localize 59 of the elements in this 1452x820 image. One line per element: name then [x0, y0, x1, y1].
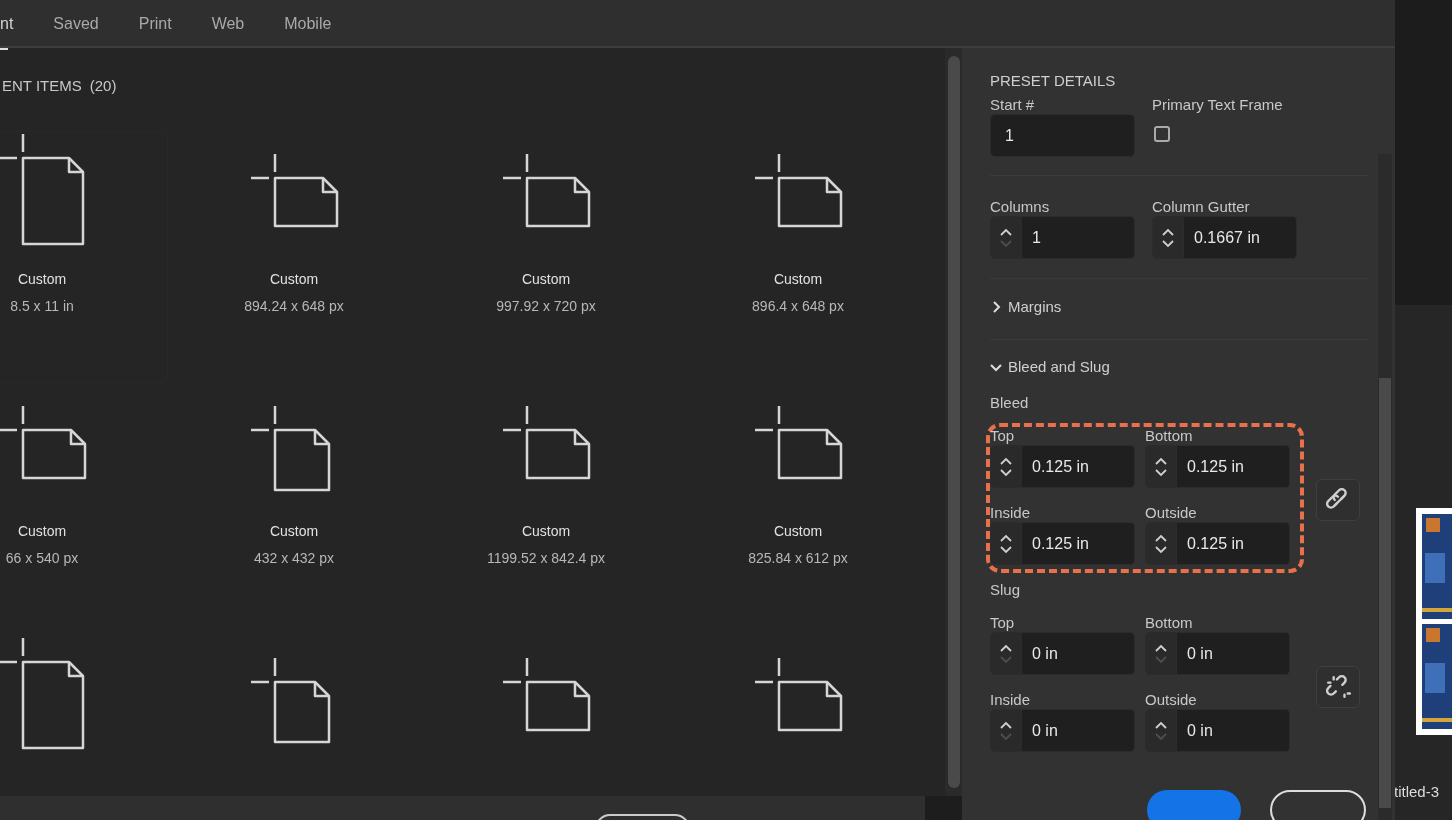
number-field[interactable]: 0 in: [1022, 632, 1135, 675]
panel-title: PRESET DETAILS: [990, 71, 1117, 91]
field-label: Primary Text Frame: [1152, 96, 1284, 114]
field-label: Start #: [990, 96, 1036, 114]
field-label: Inside: [990, 691, 1032, 709]
item-size: 896.4 x 648 px: [752, 297, 844, 316]
number-field[interactable]: 1: [1022, 216, 1135, 259]
preset-item[interactable]: Custom 66 x 540 px: [0, 383, 168, 635]
section-toggle[interactable]: Bleed and Slug: [990, 355, 1110, 378]
group-label: Slug: [990, 581, 1022, 599]
item-name: Custom: [773, 270, 823, 289]
section-heading: ENT ITEMS: [2, 76, 82, 96]
field-label: Outside: [1145, 504, 1198, 522]
preset-item[interactable]: Custom 825.84 x 612 px: [672, 383, 924, 635]
item-name: Custom: [17, 270, 67, 289]
item-name: Custom: [773, 522, 823, 541]
preset-item[interactable]: Custom 1199.52 x 842.4 px: [420, 383, 672, 635]
item-name: Custom: [269, 270, 319, 289]
number-field[interactable]: 0.125 in: [1022, 522, 1135, 565]
number-field[interactable]: 0.1667 in: [1184, 216, 1297, 259]
item-size: 997.92 x 720 px: [496, 297, 596, 316]
item-name: Custom: [521, 522, 571, 541]
item-size: 8.5 x 11 in: [10, 297, 74, 316]
field-label: Column Gutter: [1152, 198, 1251, 216]
number-field[interactable]: 0.125 in: [1022, 445, 1135, 488]
number-field[interactable]: 0 in: [1177, 632, 1290, 675]
tab[interactable]: Web: [211, 0, 245, 46]
number-field[interactable]: 1: [990, 114, 1135, 157]
tab[interactable]: Mobile: [284, 0, 332, 46]
preset-item[interactable]: Custom 997.92 x 720 px: [420, 131, 672, 383]
field-label: Bottom: [1145, 427, 1194, 445]
number-field[interactable]: 0.125 in: [1177, 522, 1290, 565]
item-size: 825.84 x 612 px: [748, 549, 848, 568]
tab[interactable]: Print: [138, 0, 172, 46]
item-size: 66 x 540 px: [5, 549, 79, 568]
item-size: 432 x 432 px: [253, 549, 335, 568]
number-field[interactable]: 0 in: [1177, 709, 1290, 752]
field-label: Top: [990, 614, 1016, 632]
item-name: Custom: [269, 522, 319, 541]
preset-item[interactable]: Custom 432 x 432 px: [168, 383, 420, 635]
number-field[interactable]: 0 in: [1022, 709, 1135, 752]
field-label: Outside: [1145, 691, 1198, 709]
section-toggle[interactable]: Margins: [990, 296, 1062, 319]
preset-item[interactable]: Custom 8.5 x 11 in: [0, 131, 168, 383]
document-title: titled-3: [1395, 782, 1441, 802]
item-size: 894.24 x 648 px: [244, 297, 344, 316]
item-name: Custom: [521, 270, 571, 289]
field-label: Columns: [990, 198, 1051, 216]
field-label: Inside: [990, 504, 1032, 522]
item-size: 1199.52 x 842.4 px: [486, 549, 606, 568]
group-label: Bleed: [990, 394, 1030, 412]
tab[interactable]: Saved: [53, 0, 99, 46]
item-name: Custom: [17, 522, 67, 541]
number-field[interactable]: 0.125 in: [1177, 445, 1290, 488]
preset-item[interactable]: Custom 896.4 x 648 px: [672, 131, 924, 383]
field-label: Bottom: [1145, 614, 1194, 632]
preset-item[interactable]: Custom 894.24 x 648 px: [168, 131, 420, 383]
field-label: Top: [990, 427, 1016, 445]
item-count: (20): [89, 76, 117, 96]
